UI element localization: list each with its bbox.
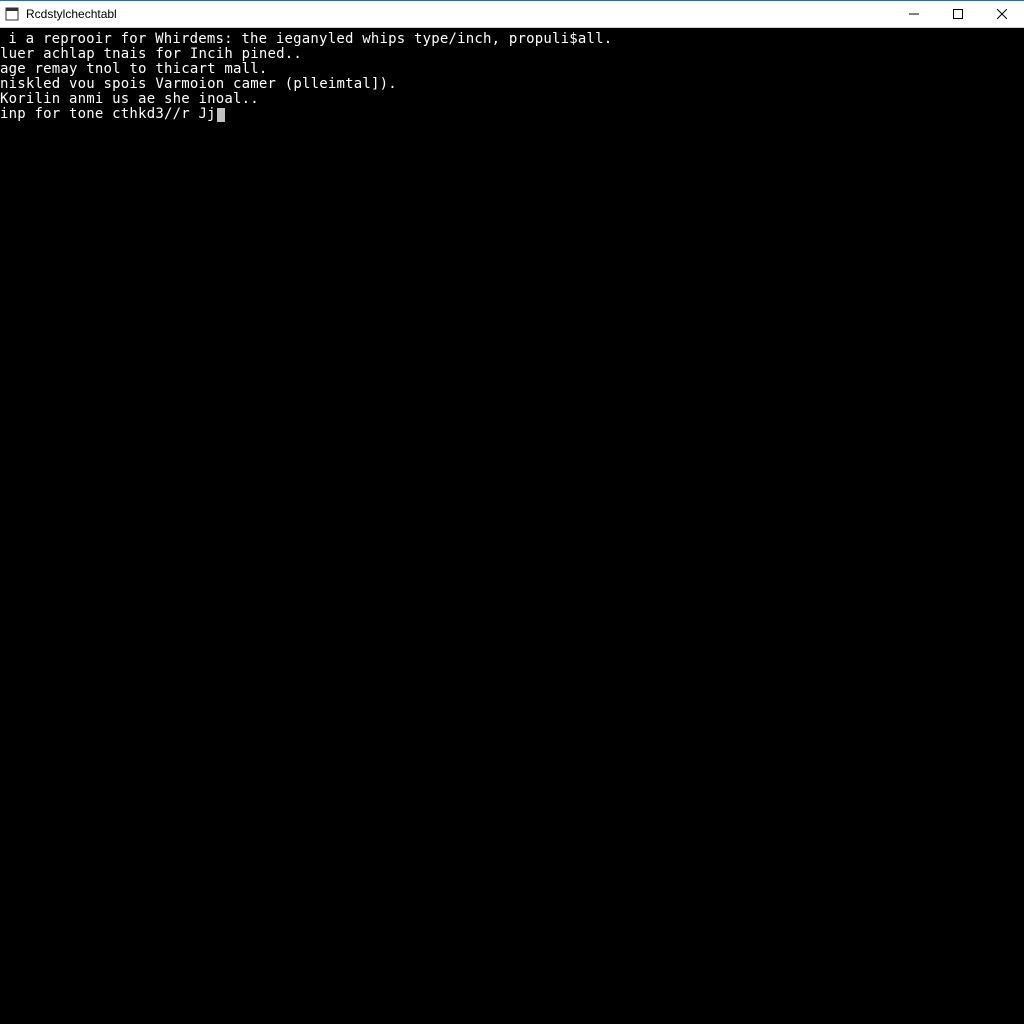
console-line: ￼i a reprooir for Whirdems: the ieganyle…: [0, 32, 1020, 47]
console-line: Korilin anmi us ae she inoal..: [0, 92, 1020, 107]
window-title: Rcdstylchechtabl: [26, 8, 117, 20]
maximize-button[interactable]: [936, 1, 980, 27]
console-prompt-line: inp for tone cthkd3//r Jj: [0, 107, 1020, 122]
console-line: niskled vou spois Varmoion camer (plleim…: [0, 77, 1020, 92]
close-button[interactable]: [980, 1, 1024, 27]
console-line: luer achlap tnais for Incih pined..: [0, 47, 1020, 62]
console-line-text: inp for tone cthkd3//r Jj: [0, 106, 216, 122]
minimize-button[interactable]: [892, 1, 936, 27]
window-controls: [892, 1, 1024, 27]
console-line: age remay tnol to thicart mall.: [0, 62, 1020, 77]
titlebar[interactable]: Rcdstylchechtabl: [0, 0, 1024, 28]
window-frame: Rcdstylchechtabl ￼i a reprooir for Whird…: [0, 0, 1024, 1024]
app-icon: [4, 6, 20, 22]
text-cursor: [217, 108, 225, 122]
console-area[interactable]: ￼i a reprooir for Whirdems: the ieganyle…: [0, 28, 1024, 1024]
